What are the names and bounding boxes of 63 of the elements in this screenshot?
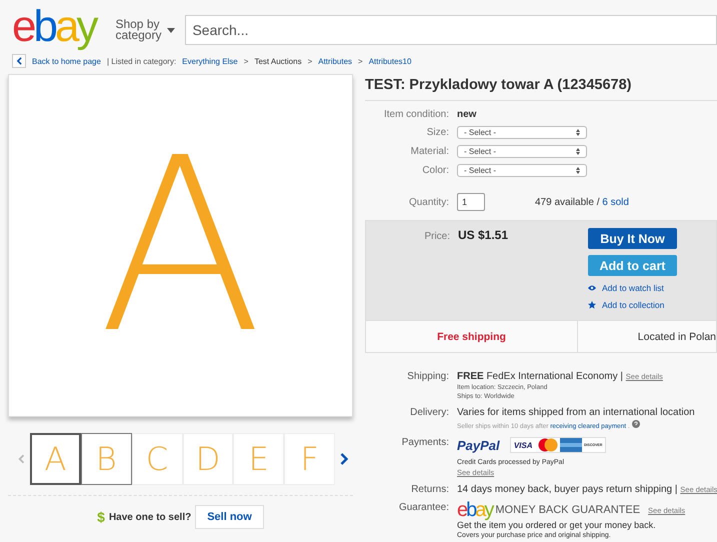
search-field[interactable]: Search... (185, 15, 717, 45)
shipping-price: FREE (457, 371, 484, 382)
dollar-icon: $ (97, 509, 105, 525)
field-label: Item condition: (382, 109, 450, 120)
field-label: Size: (426, 127, 450, 138)
free-shipping-text: Free shipping (437, 330, 506, 342)
detail-label: Guarantee: (398, 502, 450, 513)
ebay-logo[interactable]: ebay (12, 2, 100, 52)
shipping-service: FedEx International Economy | (486, 371, 624, 382)
sold-link[interactable]: 6 sold (602, 196, 629, 208)
back-button[interactable] (12, 54, 26, 68)
sell-question: Have one to sell? (108, 512, 192, 522)
field-label: Price: (423, 231, 451, 242)
quantity-field[interactable]: 1 (457, 193, 485, 211)
detail-label: Delivery: (409, 407, 450, 418)
field-label: Material: (410, 146, 450, 157)
detail-label: Payments: (400, 437, 450, 448)
select-dropdown[interactable]: - Select - (457, 145, 587, 158)
price-value: US $1.51 (458, 228, 508, 242)
help-icon (632, 420, 640, 428)
availability-text: 479 available / (535, 196, 600, 208)
breadcrumb-link[interactable]: Attributes (318, 56, 352, 66)
caret-icon (167, 28, 176, 32)
breadcrumb-separator: > (244, 56, 248, 66)
breadcrumb-link[interactable]: Everything Else (182, 56, 238, 66)
select-dropdown[interactable]: - Select - (457, 164, 587, 177)
breadcrumb-separator: > (308, 56, 312, 66)
category-label: | Listed in category: (106, 56, 176, 66)
select-dropdown[interactable]: - Select - (457, 126, 587, 139)
returns-text: 14 days money back, buyer pays return shipping | (457, 484, 678, 495)
image-letter: A (98, 126, 263, 366)
paypal-logo: PayPal (457, 438, 500, 452)
sort-arrows-icon (576, 148, 580, 155)
watch-list-link[interactable]: Add to watch list (602, 282, 664, 292)
card-icon (560, 438, 582, 452)
delivery-text: Varies for items shipped from an international location (457, 407, 695, 418)
collection-link[interactable]: Add to collection (602, 300, 664, 310)
breadcrumb-separator: > (358, 56, 363, 66)
detail-label: Returns: (410, 484, 450, 495)
visa-logo: VISA (512, 440, 534, 452)
sort-arrows-icon (576, 129, 580, 136)
shop-by-category-button[interactable]: Shop by category (115, 19, 176, 41)
breadcrumb-link[interactable]: Test Auctions (254, 56, 302, 66)
buy-it-now-button[interactable]: Buy It Now (588, 228, 677, 249)
eye-icon (588, 284, 596, 292)
item-title: TEST: Przykladowy towar A (12345678) (365, 74, 717, 101)
circles-icon (536, 438, 560, 452)
field-label: Color: (421, 165, 450, 176)
field-label: Quantity: (408, 196, 450, 208)
back-link[interactable]: Back to home page (32, 56, 101, 66)
chevron-right-icon (339, 452, 349, 466)
location-text: Located in Polan (638, 330, 716, 342)
chevron-left-icon (16, 57, 22, 65)
star-icon (588, 300, 596, 308)
detail-label: Shipping: (406, 371, 450, 382)
sell-now-button[interactable]: Sell now (195, 505, 264, 529)
guarantee-note: Get the item you ordered or get your money back. (457, 520, 657, 530)
guarantee-ebay-logo: ebay (457, 502, 492, 518)
condition-value: new (457, 109, 476, 120)
chevron-left-icon (16, 452, 26, 466)
guarantee-text: MONEY BACK GUARANTEE (495, 504, 640, 516)
breadcrumb-link[interactable]: Attributes10 (368, 56, 412, 66)
sort-arrows-icon (576, 167, 580, 174)
